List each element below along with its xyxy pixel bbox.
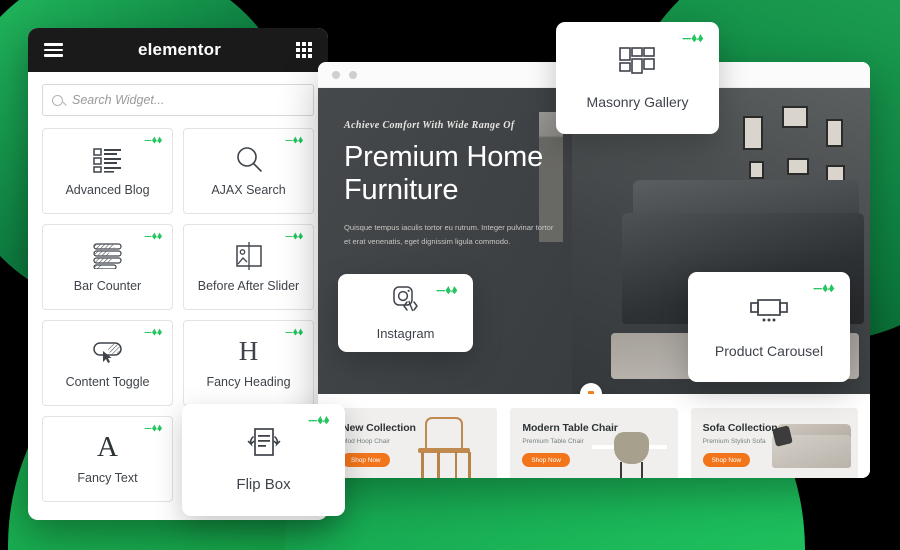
shop-now-button[interactable]: Shop Now [342,453,390,467]
floating-card-flip-box[interactable]: Flip Box [182,404,345,516]
floating-card-instagram[interactable]: Instagram [338,274,473,352]
elementor-logo-text: elementor [137,40,222,59]
pro-badge-icon [144,424,162,432]
widget-label: Before After Slider [197,278,300,293]
widget-card-bar-counter[interactable]: Bar Counter [42,224,173,310]
pro-badge-icon [144,136,162,144]
widget-card-fancy-text[interactable]: A Fancy Text [42,416,173,502]
product-title: Sofa Collection [702,422,778,434]
wall-frame [781,106,808,129]
masonry-grid-icon [619,46,656,82]
floating-card-label: Flip Box [236,476,291,493]
browser-dot [332,70,340,79]
widget-card-fancy-heading[interactable]: H Fancy Heading [183,320,314,406]
product-card-text: Sofa Collection Premium Stylish Sofa Sho… [702,422,778,467]
product-carousel-icon [748,296,790,331]
panel-header: elementor [28,28,328,72]
widget-label: Fancy Text [77,470,138,485]
pro-badge-icon [436,285,458,295]
pro-badge-icon [144,232,162,240]
bar-counter-icon [92,241,123,271]
hero-title: Premium Home Furniture [344,141,584,207]
hero-body-text: Quisque tempus iaculis tortor eu rutrum.… [344,223,554,247]
widget-card-content-toggle[interactable]: Content Toggle [42,320,173,406]
floating-card-masonry-gallery[interactable]: Masonry Gallery [556,22,719,134]
widget-label: Advanced Blog [65,182,150,197]
ajax-search-icon [234,145,264,175]
promo-composition: Achieve Comfort With Wide Range Of Premi… [0,0,900,550]
wall-frame [787,158,810,176]
content-toggle-icon [92,337,124,367]
widget-card-advanced-blog[interactable]: Advanced Blog [42,128,173,214]
floating-card-product-carousel[interactable]: Product Carousel [688,272,850,382]
product-card[interactable]: Modern Table Chair Premium Table Chair S… [510,408,678,478]
hamburger-menu-icon[interactable] [44,40,63,60]
instagram-code-icon [391,285,421,318]
product-card-text: New Collection Mod Hoop Chair Shop Now [342,422,416,467]
product-card[interactable]: New Collection Mod Hoop Chair Shop Now [330,408,498,478]
hero-text-block: Achieve Comfort With Wide Range Of Premi… [344,120,584,249]
floating-card-label: Masonry Gallery [586,93,689,110]
browser-dot [349,70,357,79]
floating-card-label: Instagram [376,326,435,341]
product-card-strip: New Collection Mod Hoop Chair Shop Now M… [318,394,870,478]
flip-box-icon [244,427,284,464]
pro-badge-icon [813,283,835,293]
floating-card-label: Product Carousel [714,342,824,359]
pro-badge-icon [285,232,303,240]
widget-card-before-after-slider[interactable]: Before After Slider [183,224,314,310]
wall-frame [825,118,843,147]
grid-apps-icon[interactable] [296,42,312,58]
search-widget-field[interactable]: Search Widget... [42,84,314,116]
widget-card-ajax-search[interactable]: AJAX Search [183,128,314,214]
product-image-sofa [767,411,854,478]
fancy-heading-icon: H [238,336,259,367]
pro-badge-icon [285,136,303,144]
widget-label: Content Toggle [65,374,150,389]
product-card[interactable]: Sofa Collection Premium Stylish Sofa Sho… [690,408,858,478]
hero-title-line-1: Premium Home [344,141,544,173]
product-subtitle: Premium Table Chair [522,438,584,445]
pro-badge-icon [144,328,162,336]
pro-badge-icon [285,328,303,336]
search-placeholder: Search Widget... [72,93,165,107]
widget-label: Fancy Heading [206,374,291,389]
shop-now-button[interactable]: Shop Now [522,453,570,467]
product-card-text: Modern Table Chair Premium Table Chair S… [522,422,618,467]
hero-title-line-2: Furniture [344,174,459,207]
widget-label: AJAX Search [211,182,286,197]
advanced-blog-icon [92,145,123,175]
wall-frame [743,115,764,150]
carousel-arrow-icon [588,391,594,394]
fancy-text-icon: A [97,431,118,464]
widget-label: Bar Counter [73,278,142,293]
hero-eyebrow: Achieve Comfort With Wide Range Of [344,120,515,131]
pro-badge-icon [308,415,330,425]
before-after-slider-icon [234,241,264,271]
search-icon [52,94,63,106]
wall-frame [748,161,764,180]
shop-now-button[interactable]: Shop Now [702,453,751,467]
product-subtitle: Mod Hoop Chair [342,438,391,445]
product-title: Modern Table Chair [522,422,618,434]
product-title: New Collection [342,422,416,434]
pro-badge-icon [682,33,704,43]
product-subtitle: Premium Stylish Sofa [702,438,766,445]
